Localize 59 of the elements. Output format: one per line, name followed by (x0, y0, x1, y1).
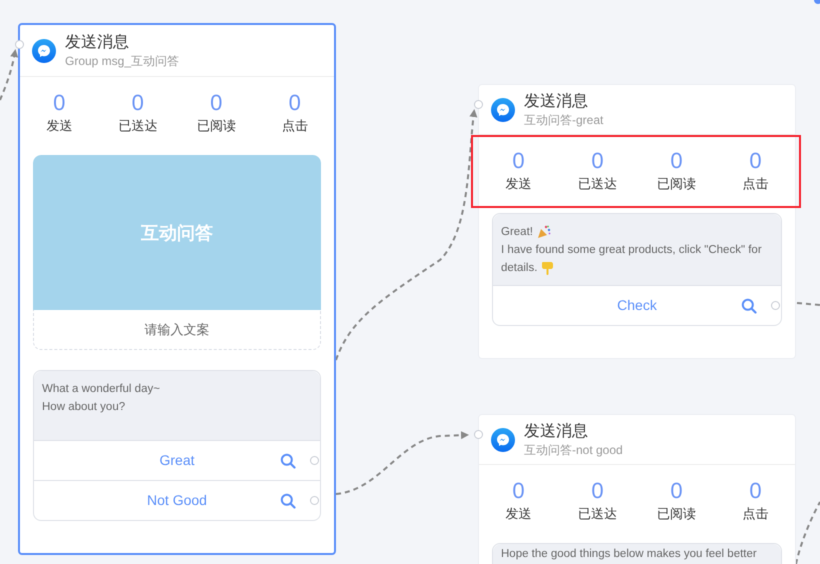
message-text: I have found some great products, click "Check" for (501, 243, 762, 258)
stat-value: 0 (512, 147, 525, 175)
stat-value: 0 (749, 147, 762, 175)
search-icon[interactable] (741, 298, 757, 314)
stat-value: 0 (591, 477, 604, 505)
connection-port[interactable] (474, 430, 483, 439)
stat-value: 0 (749, 477, 762, 505)
message-text: What a wonderful day~ (42, 382, 160, 397)
reply-button[interactable]: Not Good (34, 481, 320, 520)
node-subtitle: 互动问答-great (524, 112, 604, 128)
connection-port[interactable] (771, 301, 780, 310)
node-subtitle: 互动问答-not good (524, 442, 623, 458)
messenger-icon (491, 428, 515, 452)
stat-value: 0 (53, 89, 66, 117)
party-popper-icon (536, 225, 551, 239)
messenger-icon (491, 98, 515, 122)
connector-arrow (0, 49, 18, 100)
connection-port[interactable] (310, 496, 319, 505)
stat-value: 0 (288, 89, 301, 117)
stat-label: 已送达 (578, 175, 617, 193)
stat-label: 已送达 (578, 505, 617, 523)
node-subtitle: Group msg_互动问答 (65, 52, 180, 68)
message-text: How about you? (42, 400, 126, 415)
search-icon[interactable] (280, 493, 296, 509)
message-node[interactable]: 发送消息 Group msg_互动问答 0 发送 0 已送达 0 已阅读 0 点击 互动问答 请输入文案 What a wonderful day~ How about you? Great Not Good (18, 23, 336, 555)
stat-label: 已阅读 (657, 505, 696, 523)
stat-label: 已阅读 (657, 175, 696, 193)
stat-label: 点击 (742, 505, 768, 523)
stat-label: 发送 (46, 117, 72, 135)
node-title: 发送消息 (524, 422, 589, 442)
message-text: Hope the good things below makes you feel better (501, 547, 757, 562)
message-text: Great! (501, 225, 533, 240)
connection-port[interactable] (814, 0, 820, 4)
stat-value: 0 (591, 147, 604, 175)
stat-value: 0 (670, 477, 683, 505)
stat-label: 已阅读 (196, 117, 236, 135)
connection-port[interactable] (474, 100, 483, 109)
stat-label: 点击 (742, 175, 768, 193)
connection-port[interactable] (310, 456, 319, 465)
connector-line (795, 502, 820, 564)
image-title: 互动问答 (141, 222, 213, 244)
search-icon[interactable] (280, 453, 296, 469)
stat-label: 发送 (506, 175, 532, 193)
stat-value: 0 (670, 147, 683, 175)
node-title: 发送消息 (65, 32, 130, 52)
stat-value: 0 (132, 89, 144, 117)
stat-value: 0 (512, 477, 525, 505)
caption-field[interactable]: 请输入文案 (33, 310, 321, 350)
connector-line (796, 302, 820, 306)
stat-label: 已送达 (118, 117, 158, 135)
stat-label: 发送 (506, 505, 532, 523)
message-text: details. (501, 261, 538, 276)
reply-button[interactable]: Check (493, 286, 781, 325)
connection-port[interactable] (15, 40, 24, 49)
messenger-icon (32, 38, 56, 62)
node-title: 发送消息 (524, 92, 589, 112)
reply-button[interactable]: Great (34, 441, 320, 480)
stat-value: 0 (210, 89, 222, 117)
stat-label: 点击 (282, 117, 308, 135)
